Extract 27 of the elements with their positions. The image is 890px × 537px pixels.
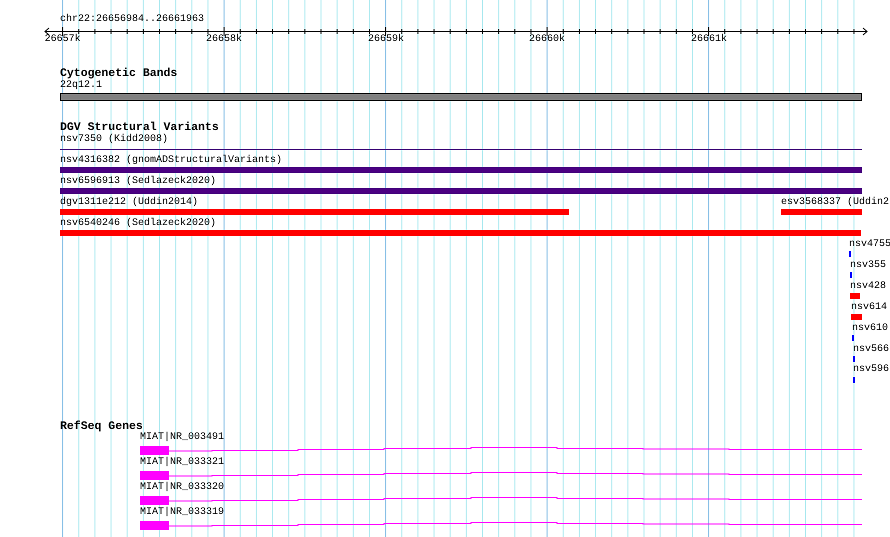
gene-label: MIAT|NR_033321 xyxy=(140,458,224,468)
variant-label: nsv614 xyxy=(851,303,888,313)
gene-label: MIAT|NR_003491 xyxy=(140,433,224,443)
variant-label: nsv4316382 (gnomADStructuralVariants) xyxy=(60,156,282,166)
track-title: RefSeq Genes xyxy=(60,421,143,433)
tick-label: 26660k xyxy=(529,35,565,45)
variant-label: esv3568337 (Uddin2 xyxy=(781,198,890,208)
track-title: DGV Structural Variants xyxy=(60,122,219,134)
variant-label: nsv6540246 (Sedlazeck2020) xyxy=(60,219,216,229)
gene-label: MIAT|NR_033320 xyxy=(140,483,224,493)
variant-label: dgv1311e212 (Uddin2014) xyxy=(60,198,198,208)
variant-label: nsv7350 (Kidd2008) xyxy=(60,135,168,145)
variant-label: nsv6596913 (Sedlazeck2020) xyxy=(60,177,216,187)
variant-label: nsv610 xyxy=(852,324,888,334)
track-title: Cytogenetic Bands xyxy=(60,68,178,80)
variant-label: nsv4755 xyxy=(849,240,890,250)
variant-label: nsv355 xyxy=(850,261,886,271)
tick-label: 26657k xyxy=(44,35,81,45)
tick-label: 26659k xyxy=(368,35,404,45)
variant-label: nsv596 xyxy=(853,365,890,375)
locus-label: chr22:26656984..26661963 xyxy=(60,15,204,25)
tick-label: 26658k xyxy=(206,35,242,45)
band-label: 22q12.1 xyxy=(60,81,102,91)
variant-label: nsv566 xyxy=(853,345,890,355)
tick-label: 26661k xyxy=(691,35,727,45)
gene-label: MIAT|NR_033319 xyxy=(140,508,224,518)
variant-label: nsv428 xyxy=(850,282,886,292)
